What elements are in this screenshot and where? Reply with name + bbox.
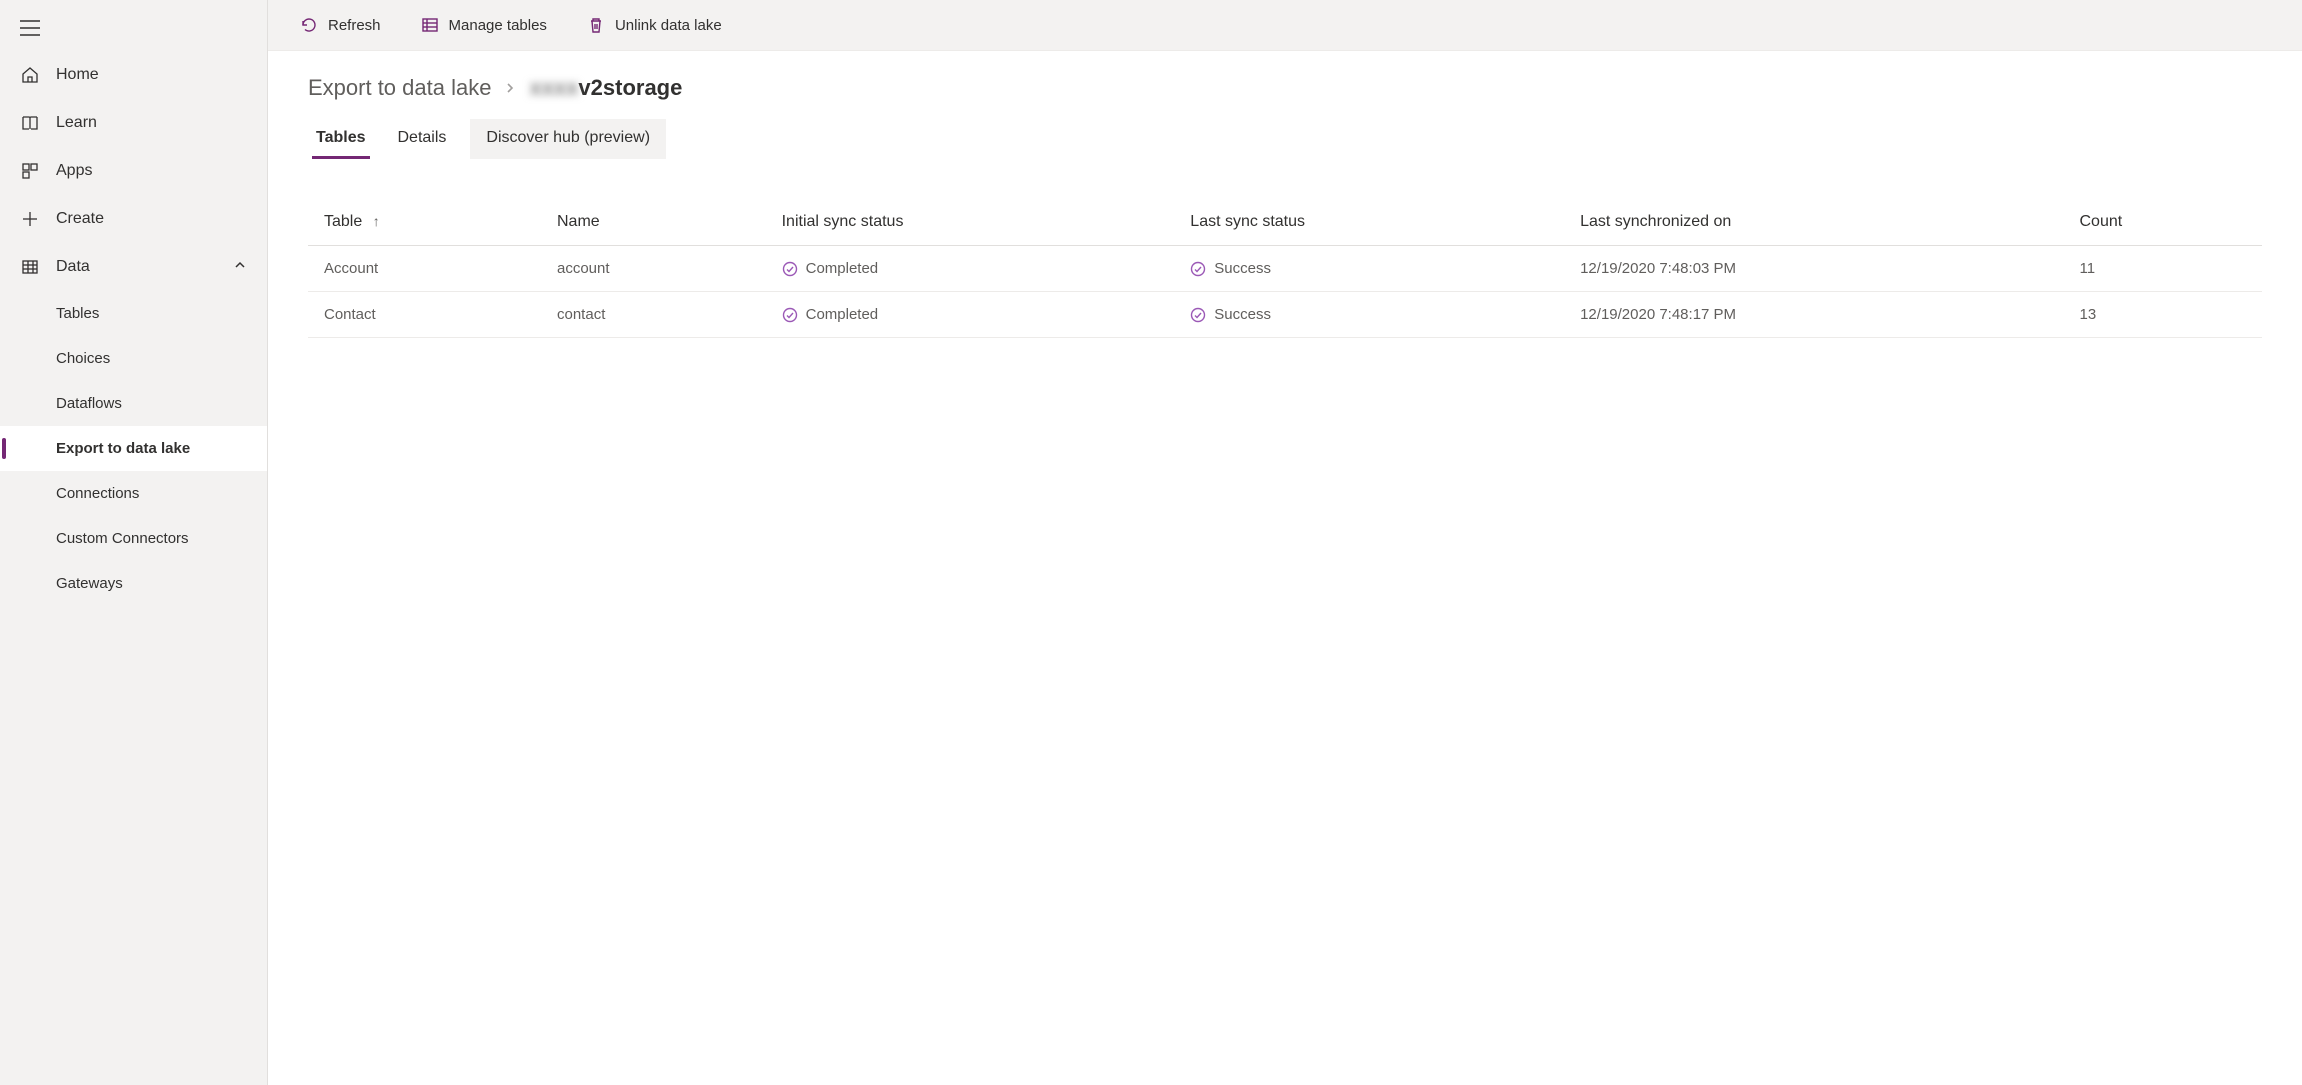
sidebar-item-dataflows[interactable]: Dataflows <box>0 381 267 426</box>
breadcrumb-current: xxxxv2storage <box>529 75 682 101</box>
cell-last-synced-on: 12/19/2020 7:48:17 PM <box>1564 292 2063 338</box>
tables-grid: Table ↑ Name Initial sync status Last sy… <box>308 199 2262 338</box>
sidebar-item-label: Tables <box>56 305 99 322</box>
cell-initial-sync: Completed <box>766 246 1175 292</box>
sidebar-item-learn[interactable]: Learn <box>0 99 267 147</box>
tab-tables[interactable]: Tables <box>308 119 374 159</box>
sidebar-item-label: Learn <box>56 114 97 132</box>
cell-last-synced-on: 12/19/2020 7:48:03 PM <box>1564 246 2063 292</box>
content-area: Export to data lake xxxxv2storage Tables… <box>268 51 2302 1085</box>
sidebar-item-tables[interactable]: Tables <box>0 291 267 336</box>
col-header-initial-sync[interactable]: Initial sync status <box>766 199 1175 246</box>
sidebar-item-label: Export to data lake <box>56 440 190 457</box>
check-circle-icon <box>1190 261 1206 277</box>
tab-details[interactable]: Details <box>390 119 455 159</box>
cell-name: contact <box>541 292 766 338</box>
sidebar-item-choices[interactable]: Choices <box>0 336 267 381</box>
cell-table: Contact <box>308 292 541 338</box>
table-row[interactable]: Contact contact Completed <box>308 292 2262 338</box>
cell-last-sync: Success <box>1174 292 1564 338</box>
sidebar-item-label: Dataflows <box>56 395 122 412</box>
sidebar-item-label: Connections <box>56 485 139 502</box>
col-header-table[interactable]: Table ↑ <box>308 199 541 246</box>
toolbar-btn-label: Manage tables <box>449 17 547 34</box>
cell-name: account <box>541 246 766 292</box>
col-header-last-synced-on[interactable]: Last synchronized on <box>1564 199 2063 246</box>
cell-table: Account <box>308 246 541 292</box>
col-header-name[interactable]: Name <box>541 199 766 246</box>
tab-label: Discover hub (preview) <box>486 129 650 146</box>
tab-label: Details <box>398 129 447 146</box>
hamburger-icon <box>20 20 40 36</box>
table-header-row: Table ↑ Name Initial sync status Last sy… <box>308 199 2262 246</box>
sidebar-item-gateways[interactable]: Gateways <box>0 561 267 606</box>
check-circle-icon <box>1190 307 1206 323</box>
cell-count: 13 <box>2063 292 2262 338</box>
sort-ascending-icon: ↑ <box>373 213 380 229</box>
cell-last-sync: Success <box>1174 246 1564 292</box>
breadcrumb: Export to data lake xxxxv2storage <box>308 75 2262 101</box>
home-icon <box>20 65 40 85</box>
sidebar-item-create[interactable]: Create <box>0 195 267 243</box>
main-area: Refresh Manage tables Unlink data lake E… <box>268 0 2302 1085</box>
sidebar-item-custom-connectors[interactable]: Custom Connectors <box>0 516 267 561</box>
col-header-count[interactable]: Count <box>2063 199 2262 246</box>
sidebar-item-label: Data <box>56 258 90 276</box>
hamburger-menu[interactable] <box>0 8 267 51</box>
breadcrumb-current-suffix: v2storage <box>578 75 682 100</box>
sidebar-item-label: Custom Connectors <box>56 530 189 547</box>
refresh-button[interactable]: Refresh <box>292 10 389 40</box>
unlink-data-lake-button[interactable]: Unlink data lake <box>579 10 730 40</box>
table-icon <box>20 257 40 277</box>
chevron-right-icon <box>503 75 517 101</box>
sidebar-item-data[interactable]: Data <box>0 243 267 291</box>
tabs: Tables Details Discover hub (preview) <box>308 119 2262 159</box>
toolbar-btn-label: Unlink data lake <box>615 17 722 34</box>
grid-icon <box>20 161 40 181</box>
trash-icon <box>587 16 605 34</box>
toolbar-btn-label: Refresh <box>328 17 381 34</box>
cell-initial-sync: Completed <box>766 292 1175 338</box>
sidebar-item-connections[interactable]: Connections <box>0 471 267 516</box>
sidebar-item-label: Create <box>56 210 104 228</box>
col-header-last-sync[interactable]: Last sync status <box>1174 199 1564 246</box>
breadcrumb-parent[interactable]: Export to data lake <box>308 75 491 101</box>
refresh-icon <box>300 16 318 34</box>
tab-discover-hub[interactable]: Discover hub (preview) <box>470 119 666 159</box>
manage-tables-button[interactable]: Manage tables <box>413 10 555 40</box>
sidebar-item-export-to-data-lake[interactable]: Export to data lake <box>0 426 267 471</box>
sidebar-item-label: Gateways <box>56 575 123 592</box>
redacted-text: xxxx <box>529 75 578 100</box>
chevron-up-icon <box>233 258 247 277</box>
tab-label: Tables <box>316 129 366 146</box>
plus-icon <box>20 209 40 229</box>
cell-count: 11 <box>2063 246 2262 292</box>
sidebar-item-apps[interactable]: Apps <box>0 147 267 195</box>
toolbar: Refresh Manage tables Unlink data lake <box>268 0 2302 51</box>
sidebar-item-home[interactable]: Home <box>0 51 267 99</box>
sidebar-item-label: Choices <box>56 350 110 367</box>
sidebar: Home Learn Apps Create Data Tables Choic… <box>0 0 268 1085</box>
check-circle-icon <box>782 307 798 323</box>
book-icon <box>20 113 40 133</box>
table-row[interactable]: Account account Completed <box>308 246 2262 292</box>
table-list-icon <box>421 16 439 34</box>
sidebar-item-label: Apps <box>56 162 92 180</box>
check-circle-icon <box>782 261 798 277</box>
sidebar-item-label: Home <box>56 66 99 84</box>
